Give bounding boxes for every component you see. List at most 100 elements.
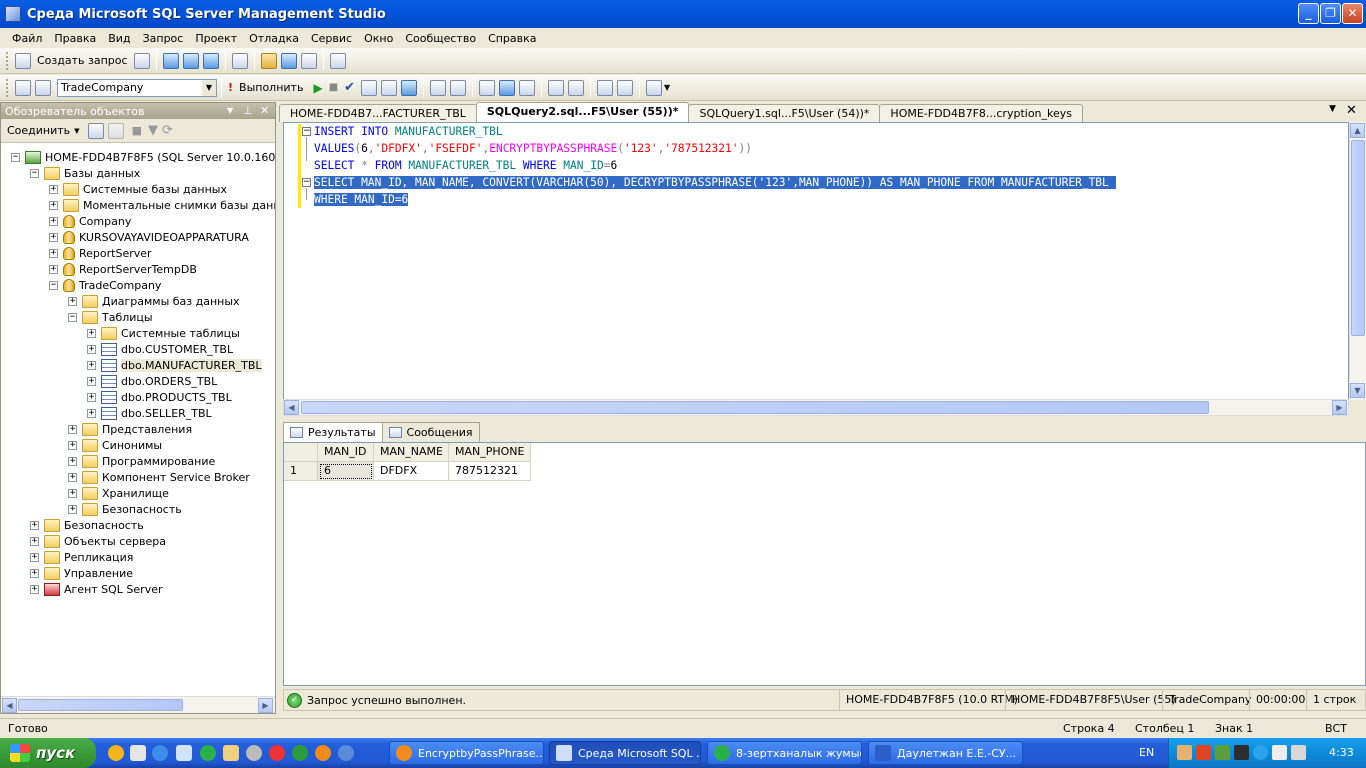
expand-icon[interactable]: + [68,488,77,498]
sql-editor[interactable]: − − INSERT INTO MANUFACTURER_TBL VALUES (6… [283,122,1349,400]
tree-node[interactable]: + Моментальные снимки базы данных [49,197,275,213]
firefox-icon[interactable] [315,745,331,761]
tray-app-icon[interactable] [1253,745,1268,760]
tree-node[interactable]: + Системные таблицы [87,325,240,341]
tree-node[interactable]: + Репликация [30,549,133,565]
menu-item[interactable]: Отладка [243,32,305,45]
tab-document[interactable]: SQLQuery2.sql...F5\User (55))* [475,102,690,122]
tree-node[interactable]: + dbo.PRODUCTS_TBL [87,389,232,405]
expand-icon[interactable]: + [87,328,96,338]
scroll-down-icon[interactable]: ▼ [1350,383,1365,398]
expand-icon[interactable]: + [49,216,58,226]
mdx-query-icon[interactable] [162,52,179,69]
expand-icon[interactable]: + [30,520,39,530]
tree-node[interactable]: + ReportServer [49,245,152,261]
column-header[interactable]: MAN_PHONE [449,443,531,462]
menu-item[interactable]: Сообщество [399,32,482,45]
column-header[interactable]: MAN_ID [318,443,374,462]
start-button[interactable]: пуск [0,738,96,768]
maximize-button[interactable]: ❐ [1320,3,1341,24]
tree-node[interactable]: + Объекты сервера [30,533,166,549]
task-button-active[interactable]: Среда Microsoft SQL ... [549,741,701,765]
calendar-icon[interactable] [130,745,146,761]
dmx-query-icon[interactable] [182,52,199,69]
tab-list-icon[interactable]: ▼ [1329,104,1336,114]
app-icon[interactable] [200,745,216,761]
tree-node[interactable]: + Системные базы данных [49,181,227,197]
comment-icon[interactable] [548,79,565,96]
results-to-grid-icon[interactable] [401,79,418,96]
menu-item[interactable]: Правка [48,32,102,45]
expand-icon[interactable]: + [49,264,58,274]
grid-cell[interactable]: 787512321 [449,462,531,481]
activity-monitor-icon[interactable] [329,52,346,69]
new-query-button[interactable]: Создать запрос [33,54,132,67]
menu-item[interactable]: Вид [102,32,136,45]
disconnect-icon[interactable] [107,122,124,139]
desktop-icon[interactable] [176,745,192,761]
tree-node[interactable]: + Company [49,213,131,229]
client-statistics-icon[interactable] [450,79,467,96]
editor-hscrollbar[interactable]: ◀ ▶ [283,399,1349,416]
expand-icon[interactable]: + [87,376,96,386]
connect-icon[interactable] [15,79,31,96]
tree-node[interactable]: + Синонимы [68,437,162,453]
row-number[interactable]: 1 [284,462,318,481]
expand-icon[interactable]: + [68,456,77,466]
panel-menu-icon[interactable]: ▼ [227,106,233,115]
tree-node[interactable]: + Компонент Service Broker [68,469,250,485]
expand-icon[interactable]: + [68,472,77,482]
tree-node[interactable]: + dbo.ORDERS_TBL [87,373,217,389]
collapse-icon[interactable]: − [49,280,58,290]
tab-document[interactable]: HOME-FDD4B7...FACTURER_TBL [279,104,477,122]
tree-node[interactable]: + Представления [68,421,192,437]
stop-icon[interactable]: ■ [329,82,338,93]
scroll-left-icon[interactable]: ◀ [284,400,299,415]
results-grid-toggle-icon[interactable] [499,79,516,96]
minimize-button[interactable]: _ [1298,3,1319,24]
print-icon[interactable] [300,52,317,69]
editor-vscrollbar[interactable]: ▲ ▼ [1349,122,1366,400]
new-file-icon[interactable] [231,52,248,69]
tree-node[interactable]: + Диаграммы баз данных [68,293,240,309]
toolbar-overflow-icon[interactable]: ▼ [664,83,670,92]
menu-item[interactable]: Сервис [305,32,358,45]
language-indicator[interactable]: EN [1139,746,1154,759]
tray-app-icon[interactable] [1272,745,1287,760]
tree-node[interactable]: + Агент SQL Server [30,581,163,597]
tree-node[interactable]: + Безопасность [68,501,182,517]
expand-icon[interactable]: + [68,424,77,434]
display-plan-icon[interactable] [361,79,378,96]
tree-node[interactable]: + Программирование [68,453,215,469]
stop-icon[interactable]: ■ [132,124,142,137]
results-grid[interactable]: MAN_ID MAN_NAME MAN_PHONE 1 6 DFDFX 7875… [283,442,1366,686]
object-explorer-hscrollbar[interactable]: ◀ ▶ [1,696,275,713]
utorrent-icon[interactable] [292,745,308,761]
expand-icon[interactable]: + [49,200,58,210]
close-button[interactable]: ✕ [1342,3,1363,24]
expand-icon[interactable]: + [49,248,58,258]
menu-item[interactable]: Проект [189,32,243,45]
menu-item[interactable]: Окно [358,32,399,45]
aimp-icon[interactable] [108,745,124,761]
tree-node[interactable]: + KURSOVAYAVIDEOAPPARATURA [49,229,249,245]
expand-icon[interactable]: + [49,184,58,194]
expand-icon[interactable]: + [87,344,96,354]
grid-cell[interactable]: DFDFX [374,462,449,481]
tray-app-icon[interactable] [1196,745,1211,760]
app-icon[interactable] [338,745,354,761]
outline-collapse-icon[interactable]: − [302,178,311,187]
expand-icon[interactable]: + [30,568,39,578]
grid-cell[interactable]: 6 [318,462,374,481]
column-header[interactable]: MAN_NAME [374,443,449,462]
results-to-text-icon[interactable] [479,79,496,96]
task-button[interactable]: Даулетжан Е.Е.-СУ... [868,741,1023,765]
expand-icon[interactable]: + [68,440,77,450]
tree-node[interactable]: − HOME-FDD4B7F8F5 (SQL Server 10.0.1600 -… [11,149,275,165]
tree-node[interactable]: + ReportServerTempDB [49,261,197,277]
save-icon[interactable] [280,52,297,69]
menu-item[interactable]: Файл [6,32,48,45]
debug-play-icon[interactable]: ▶ [313,81,322,95]
expand-icon[interactable]: + [68,504,77,514]
pin-icon[interactable]: ⊥ [243,104,253,117]
